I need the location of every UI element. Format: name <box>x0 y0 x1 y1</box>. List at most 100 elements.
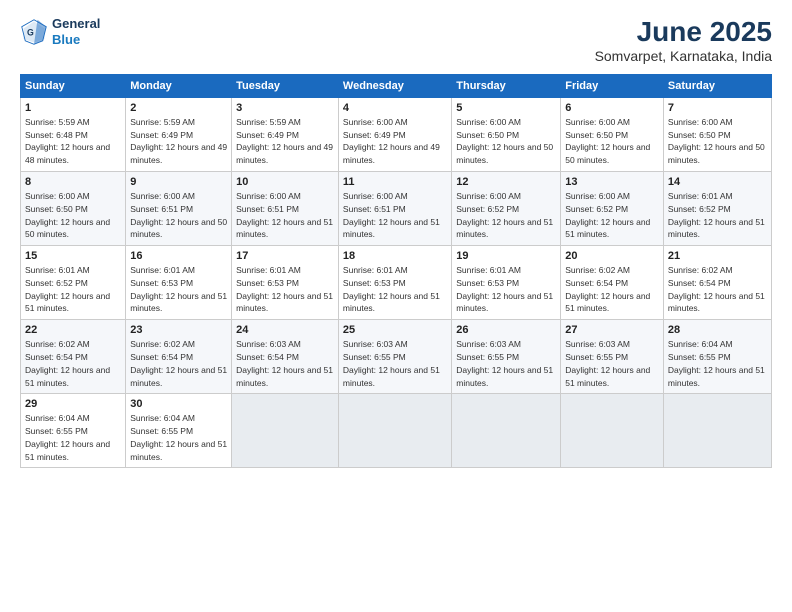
table-cell: 17Sunrise: 6:01 AMSunset: 6:53 PMDayligh… <box>232 246 339 320</box>
day-number: 7 <box>668 101 767 116</box>
day-number: 28 <box>668 323 767 338</box>
cell-content: Sunrise: 6:00 AMSunset: 6:52 PMDaylight:… <box>565 191 650 239</box>
table-row: 15Sunrise: 6:01 AMSunset: 6:52 PMDayligh… <box>21 246 772 320</box>
table-cell: 28Sunrise: 6:04 AMSunset: 6:55 PMDayligh… <box>663 320 771 394</box>
col-friday: Friday <box>561 75 664 98</box>
table-cell: 10Sunrise: 6:00 AMSunset: 6:51 PMDayligh… <box>232 172 339 246</box>
day-number: 10 <box>236 175 334 190</box>
table-cell: 22Sunrise: 6:02 AMSunset: 6:54 PMDayligh… <box>21 320 126 394</box>
table-cell: 13Sunrise: 6:00 AMSunset: 6:52 PMDayligh… <box>561 172 664 246</box>
day-number: 29 <box>25 397 121 412</box>
cell-content: Sunrise: 6:00 AMSunset: 6:52 PMDaylight:… <box>456 191 553 239</box>
table-cell <box>338 394 451 468</box>
cell-content: Sunrise: 6:02 AMSunset: 6:54 PMDaylight:… <box>25 339 110 387</box>
cell-content: Sunrise: 6:01 AMSunset: 6:53 PMDaylight:… <box>456 265 553 313</box>
table-cell: 18Sunrise: 6:01 AMSunset: 6:53 PMDayligh… <box>338 246 451 320</box>
cell-content: Sunrise: 6:01 AMSunset: 6:53 PMDaylight:… <box>343 265 440 313</box>
day-number: 3 <box>236 101 334 116</box>
day-number: 21 <box>668 249 767 264</box>
col-monday: Monday <box>126 75 232 98</box>
cell-content: Sunrise: 6:04 AMSunset: 6:55 PMDaylight:… <box>25 413 110 461</box>
table-cell: 30Sunrise: 6:04 AMSunset: 6:55 PMDayligh… <box>126 394 232 468</box>
header-row: Sunday Monday Tuesday Wednesday Thursday… <box>21 75 772 98</box>
day-number: 27 <box>565 323 659 338</box>
day-number: 14 <box>668 175 767 190</box>
table-cell: 16Sunrise: 6:01 AMSunset: 6:53 PMDayligh… <box>126 246 232 320</box>
day-number: 13 <box>565 175 659 190</box>
cell-content: Sunrise: 6:00 AMSunset: 6:51 PMDaylight:… <box>343 191 440 239</box>
table-row: 8Sunrise: 6:00 AMSunset: 6:50 PMDaylight… <box>21 172 772 246</box>
day-number: 2 <box>130 101 227 116</box>
day-number: 5 <box>456 101 556 116</box>
day-number: 20 <box>565 249 659 264</box>
table-cell: 11Sunrise: 6:00 AMSunset: 6:51 PMDayligh… <box>338 172 451 246</box>
logo-text-block: General Blue <box>52 16 100 47</box>
day-number: 18 <box>343 249 447 264</box>
table-cell: 1Sunrise: 5:59 AMSunset: 6:48 PMDaylight… <box>21 98 126 172</box>
day-number: 8 <box>25 175 121 190</box>
day-number: 30 <box>130 397 227 412</box>
table-cell: 21Sunrise: 6:02 AMSunset: 6:54 PMDayligh… <box>663 246 771 320</box>
day-number: 15 <box>25 249 121 264</box>
day-number: 19 <box>456 249 556 264</box>
table-cell: 23Sunrise: 6:02 AMSunset: 6:54 PMDayligh… <box>126 320 232 394</box>
cell-content: Sunrise: 6:00 AMSunset: 6:51 PMDaylight:… <box>236 191 333 239</box>
cell-content: Sunrise: 6:00 AMSunset: 6:49 PMDaylight:… <box>343 117 440 165</box>
header: G General Blue June 2025 Somvarpet, Karn… <box>20 16 772 64</box>
table-cell: 19Sunrise: 6:01 AMSunset: 6:53 PMDayligh… <box>452 246 561 320</box>
col-thursday: Thursday <box>452 75 561 98</box>
table-cell: 8Sunrise: 6:00 AMSunset: 6:50 PMDaylight… <box>21 172 126 246</box>
day-number: 4 <box>343 101 447 116</box>
subtitle: Somvarpet, Karnataka, India <box>595 48 772 64</box>
cell-content: Sunrise: 6:03 AMSunset: 6:55 PMDaylight:… <box>343 339 440 387</box>
table-cell: 12Sunrise: 6:00 AMSunset: 6:52 PMDayligh… <box>452 172 561 246</box>
table-cell: 7Sunrise: 6:00 AMSunset: 6:50 PMDaylight… <box>663 98 771 172</box>
cell-content: Sunrise: 6:03 AMSunset: 6:55 PMDaylight:… <box>456 339 553 387</box>
day-number: 25 <box>343 323 447 338</box>
cell-content: Sunrise: 6:01 AMSunset: 6:52 PMDaylight:… <box>25 265 110 313</box>
table-cell: 6Sunrise: 6:00 AMSunset: 6:50 PMDaylight… <box>561 98 664 172</box>
col-saturday: Saturday <box>663 75 771 98</box>
table-row: 1Sunrise: 5:59 AMSunset: 6:48 PMDaylight… <box>21 98 772 172</box>
svg-text:G: G <box>27 27 34 37</box>
table-cell <box>561 394 664 468</box>
table-cell: 20Sunrise: 6:02 AMSunset: 6:54 PMDayligh… <box>561 246 664 320</box>
table-cell: 29Sunrise: 6:04 AMSunset: 6:55 PMDayligh… <box>21 394 126 468</box>
table-cell: 27Sunrise: 6:03 AMSunset: 6:55 PMDayligh… <box>561 320 664 394</box>
table-cell: 9Sunrise: 6:00 AMSunset: 6:51 PMDaylight… <box>126 172 232 246</box>
cell-content: Sunrise: 6:01 AMSunset: 6:53 PMDaylight:… <box>236 265 333 313</box>
day-number: 16 <box>130 249 227 264</box>
day-number: 9 <box>130 175 227 190</box>
table-cell: 3Sunrise: 5:59 AMSunset: 6:49 PMDaylight… <box>232 98 339 172</box>
cell-content: Sunrise: 6:02 AMSunset: 6:54 PMDaylight:… <box>565 265 650 313</box>
cell-content: Sunrise: 6:04 AMSunset: 6:55 PMDaylight:… <box>130 413 227 461</box>
logo: G General Blue <box>20 16 100 47</box>
calendar-table: Sunday Monday Tuesday Wednesday Thursday… <box>20 74 772 468</box>
table-cell: 24Sunrise: 6:03 AMSunset: 6:54 PMDayligh… <box>232 320 339 394</box>
cell-content: Sunrise: 6:02 AMSunset: 6:54 PMDaylight:… <box>668 265 765 313</box>
logo-icon: G <box>20 18 48 46</box>
cell-content: Sunrise: 6:02 AMSunset: 6:54 PMDaylight:… <box>130 339 227 387</box>
day-number: 17 <box>236 249 334 264</box>
cell-content: Sunrise: 6:01 AMSunset: 6:53 PMDaylight:… <box>130 265 227 313</box>
cell-content: Sunrise: 5:59 AMSunset: 6:49 PMDaylight:… <box>236 117 333 165</box>
table-cell: 15Sunrise: 6:01 AMSunset: 6:52 PMDayligh… <box>21 246 126 320</box>
cell-content: Sunrise: 6:00 AMSunset: 6:50 PMDaylight:… <box>668 117 765 165</box>
cell-content: Sunrise: 5:59 AMSunset: 6:49 PMDaylight:… <box>130 117 227 165</box>
table-cell: 14Sunrise: 6:01 AMSunset: 6:52 PMDayligh… <box>663 172 771 246</box>
cell-content: Sunrise: 6:00 AMSunset: 6:50 PMDaylight:… <box>565 117 650 165</box>
cell-content: Sunrise: 5:59 AMSunset: 6:48 PMDaylight:… <box>25 117 110 165</box>
col-sunday: Sunday <box>21 75 126 98</box>
col-tuesday: Tuesday <box>232 75 339 98</box>
day-number: 22 <box>25 323 121 338</box>
logo-line2: Blue <box>52 32 100 48</box>
cell-content: Sunrise: 6:04 AMSunset: 6:55 PMDaylight:… <box>668 339 765 387</box>
day-number: 11 <box>343 175 447 190</box>
logo-line1: General <box>52 16 100 32</box>
table-cell: 26Sunrise: 6:03 AMSunset: 6:55 PMDayligh… <box>452 320 561 394</box>
main-title: June 2025 <box>595 16 772 48</box>
cell-content: Sunrise: 6:03 AMSunset: 6:54 PMDaylight:… <box>236 339 333 387</box>
cell-content: Sunrise: 6:03 AMSunset: 6:55 PMDaylight:… <box>565 339 650 387</box>
table-cell <box>452 394 561 468</box>
cell-content: Sunrise: 6:01 AMSunset: 6:52 PMDaylight:… <box>668 191 765 239</box>
